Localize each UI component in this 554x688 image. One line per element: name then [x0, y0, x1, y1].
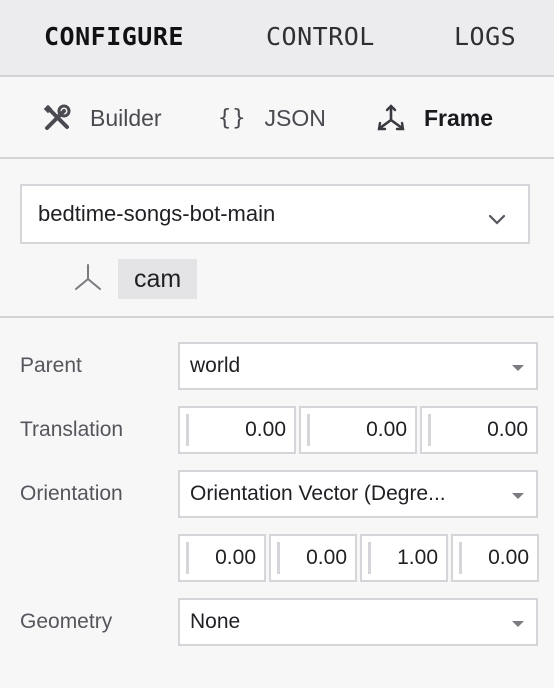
tab-frame[interactable]: Frame [376, 101, 493, 135]
translation-label: Translation [20, 418, 124, 441]
parent-select-value: world [190, 354, 241, 377]
frame-select[interactable]: bedtime-songs-bot-main [20, 184, 530, 244]
orientation-y-input[interactable]: 0.00 [269, 534, 357, 582]
sub-tab-bar: Builder {} JSON Frame [0, 77, 554, 159]
braces-icon: {} [218, 105, 247, 131]
wrench-screwdriver-icon [42, 103, 72, 133]
orientation-theta-value: 0.00 [488, 546, 529, 569]
orientation-y-value: 0.00 [306, 546, 347, 569]
translation-y-input[interactable]: 0.00 [299, 406, 417, 454]
tab-builder[interactable]: Builder [42, 101, 162, 135]
orientation-theta-input[interactable]: 0.00 [451, 534, 539, 582]
caret-down-icon [512, 365, 524, 371]
parent-select[interactable]: world [178, 342, 538, 390]
input-handle [186, 542, 189, 574]
input-handle [368, 542, 371, 574]
orientation-label: Orientation [20, 482, 123, 505]
geometry-select-value: None [190, 610, 241, 633]
tree-node-label[interactable]: cam [118, 259, 198, 299]
translation-y-value: 0.00 [366, 418, 407, 441]
translation-x-value: 0.00 [245, 418, 286, 441]
tab-configure[interactable]: CONFIGURE [44, 22, 184, 51]
translation-z-value: 0.00 [487, 418, 528, 441]
tab-control[interactable]: CONTROL [266, 22, 375, 51]
tab-json-label: JSON [264, 104, 326, 131]
frame-select-value: bedtime-songs-bot-main [38, 201, 276, 226]
chevron-down-icon [488, 206, 506, 232]
caret-down-icon [512, 493, 524, 499]
orientation-z-input[interactable]: 1.00 [360, 534, 448, 582]
orientation-x-input[interactable]: 0.00 [178, 534, 266, 582]
orientation-type-select[interactable]: Orientation Vector (Degre... [178, 470, 538, 518]
orientation-type-value: Orientation Vector (Degre... [190, 482, 446, 505]
input-handle [307, 414, 310, 446]
input-handle [277, 542, 280, 574]
frame-axes-icon [72, 261, 104, 298]
input-handle [459, 542, 462, 574]
frame-tree-node[interactable]: cam [72, 258, 198, 300]
orientation-z-value: 1.00 [397, 546, 438, 569]
orientation-x-value: 0.00 [215, 546, 256, 569]
input-handle [428, 414, 431, 446]
input-handle [186, 414, 189, 446]
geometry-label: Geometry [20, 610, 113, 633]
divider [0, 316, 554, 318]
parent-label: Parent [20, 354, 82, 377]
caret-down-icon [512, 621, 524, 627]
translation-z-input[interactable]: 0.00 [420, 406, 538, 454]
tab-builder-label: Builder [90, 104, 162, 131]
top-tab-bar: CONFIGURE CONTROL LOGS [0, 0, 554, 77]
tab-logs[interactable]: LOGS [454, 22, 516, 51]
translation-x-input[interactable]: 0.00 [178, 406, 296, 454]
tab-frame-label: Frame [424, 104, 494, 131]
geometry-select[interactable]: None [178, 598, 538, 646]
frame-axes-icon [376, 103, 406, 133]
tab-json[interactable]: {} JSON [218, 101, 326, 135]
